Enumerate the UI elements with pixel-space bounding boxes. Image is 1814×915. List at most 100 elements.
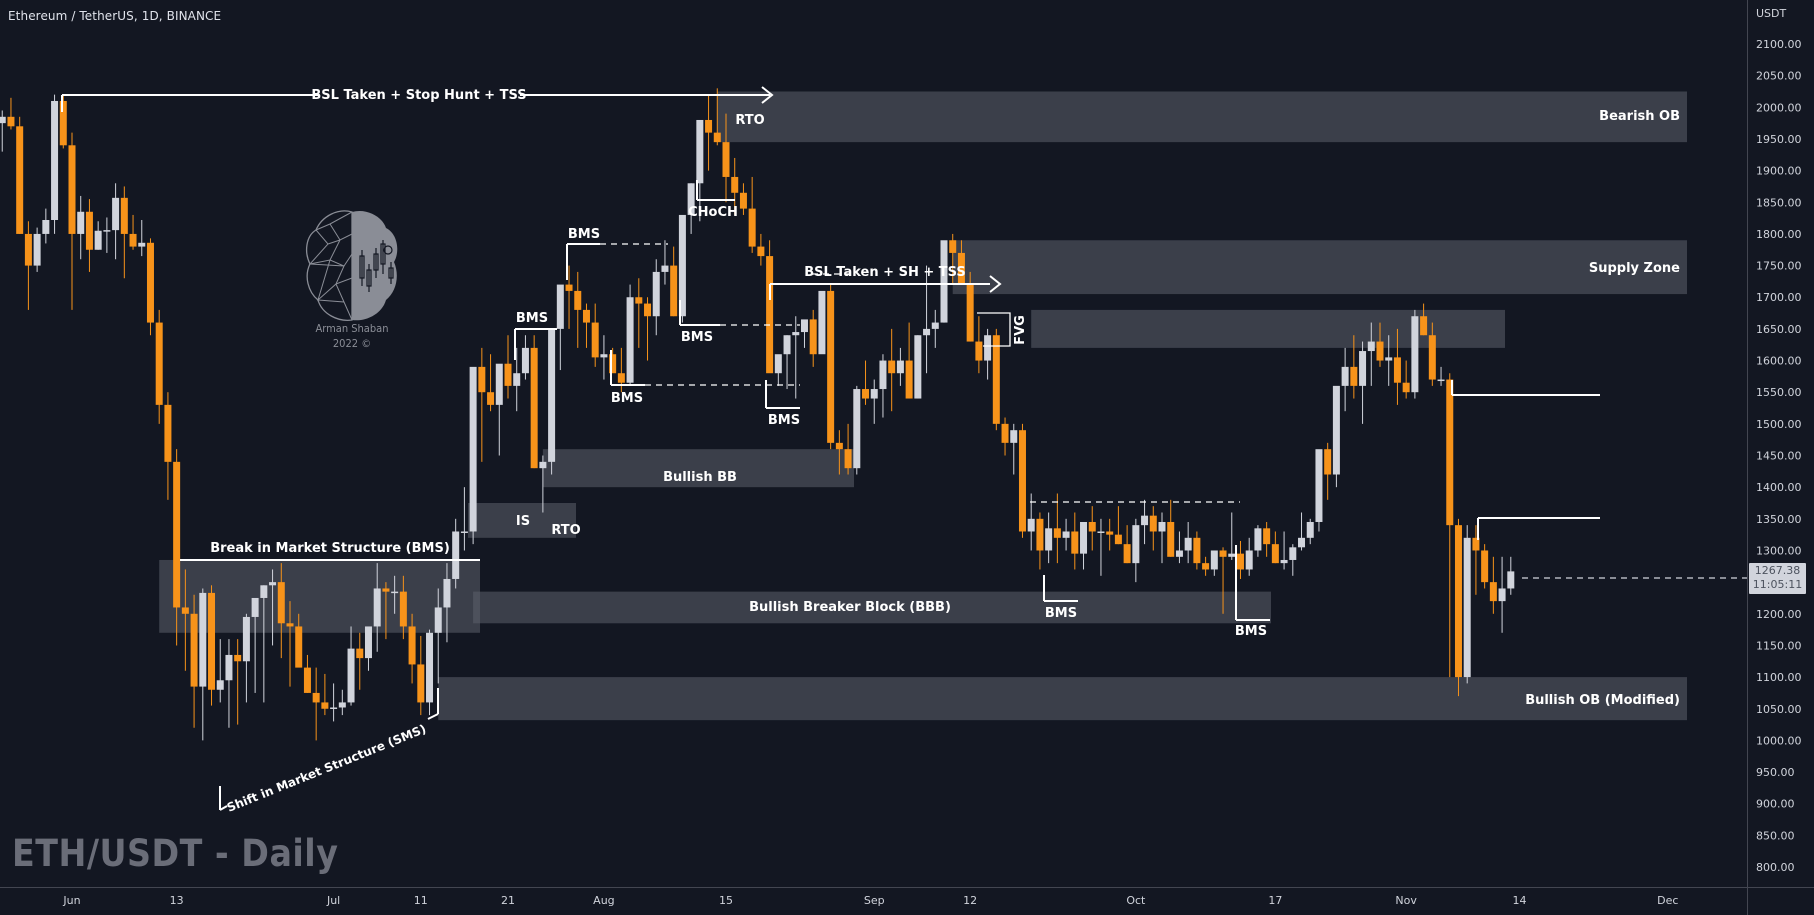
- price-axis-unit[interactable]: USDT: [1756, 7, 1786, 20]
- candle-body: [1271, 544, 1279, 564]
- candle-body: [1053, 528, 1061, 538]
- candle-body: [269, 582, 277, 586]
- candle: [164, 392, 172, 500]
- candle: [1324, 442, 1332, 500]
- candle-body: [1350, 366, 1358, 386]
- candle-body: [408, 626, 416, 665]
- time-tick-label: Sep: [864, 894, 885, 907]
- candlestick-chart[interactable]: BSL Taken + Stop Hunt + TSS Bearish OB RTO…: [0, 0, 1814, 915]
- candle-body: [1167, 521, 1175, 557]
- label-bms: BMS: [568, 227, 600, 242]
- candle-body: [94, 230, 102, 250]
- candle-body: [975, 341, 983, 361]
- symbol-title[interactable]: Ethereum / TetherUS, 1D, BINANCE: [8, 9, 221, 23]
- candle: [452, 518, 460, 589]
- candle-body: [1228, 553, 1236, 557]
- candle-body: [984, 335, 992, 361]
- candle: [1053, 493, 1061, 564]
- candle-body: [1446, 379, 1454, 526]
- candle-body: [1306, 521, 1314, 538]
- candle: [94, 221, 102, 250]
- candle-body: [818, 290, 826, 355]
- candle-body: [330, 707, 338, 709]
- candle: [757, 233, 765, 266]
- candle: [792, 316, 800, 399]
- candle: [469, 366, 477, 545]
- zone-supply-zone[interactable]: [952, 240, 1687, 295]
- candle: [1175, 531, 1183, 564]
- candle: [1341, 347, 1349, 412]
- candle: [1210, 550, 1218, 576]
- candle: [914, 335, 922, 399]
- candle-body: [417, 664, 425, 703]
- candle: [1420, 303, 1428, 336]
- price-tick-label: 1500.00: [1756, 418, 1802, 431]
- zone-bearish-ob[interactable]: [717, 91, 1687, 143]
- candle: [870, 379, 878, 424]
- candle-body: [242, 616, 250, 662]
- candle: [827, 284, 835, 450]
- candle-body: [42, 220, 50, 234]
- candle-body: [862, 389, 870, 399]
- candle: [251, 597, 259, 693]
- candle: [129, 214, 137, 250]
- candle-body: [260, 585, 268, 598]
- candle: [530, 335, 538, 469]
- candle-body: [1088, 521, 1096, 532]
- candle: [417, 635, 425, 716]
- candle-body: [164, 404, 172, 462]
- price-tick-label: 1700.00: [1756, 291, 1802, 304]
- candle-body: [835, 442, 843, 450]
- candle: [330, 683, 338, 722]
- candle: [556, 284, 564, 371]
- candle-body: [931, 322, 939, 329]
- candle-body: [103, 230, 111, 232]
- time-tick-label: Nov: [1395, 894, 1417, 907]
- label-bsl-taken-stop-hunt-tss: BSL Taken + Stop Hunt + TSS: [311, 88, 526, 103]
- candle: [1132, 518, 1140, 583]
- candle-body: [644, 303, 652, 317]
- candle-body: [1062, 531, 1070, 538]
- candle: [347, 626, 355, 706]
- price-tick-label: 1400.00: [1756, 481, 1802, 494]
- candle-body: [234, 654, 242, 662]
- price-tick-label: 1350.00: [1756, 513, 1802, 526]
- candle: [1437, 366, 1445, 386]
- candle: [478, 347, 486, 462]
- candle-body: [460, 531, 468, 533]
- candle: [1228, 512, 1236, 560]
- candle-body: [1376, 341, 1384, 361]
- candle: [931, 309, 939, 348]
- candle: [1498, 556, 1506, 633]
- label-bms: BMS: [516, 311, 548, 326]
- candle: [652, 259, 660, 336]
- price-tick-label: 1950.00: [1756, 133, 1802, 146]
- candle-body: [556, 284, 564, 329]
- candle-body: [495, 363, 503, 405]
- candle: [364, 626, 372, 671]
- candle: [923, 265, 931, 374]
- candle-body: [146, 242, 154, 323]
- candle-body: [879, 360, 887, 390]
- label-rto-top: RTO: [735, 113, 764, 128]
- time-tick-label: Oct: [1126, 894, 1146, 907]
- candle: [975, 316, 983, 374]
- candle-body: [1420, 316, 1428, 336]
- candle: [748, 176, 756, 253]
- zone-box[interactable]: [159, 559, 480, 633]
- candle-body: [452, 531, 460, 579]
- zone-bullish-ob-modified[interactable]: [438, 677, 1687, 721]
- candle-body: [652, 271, 660, 317]
- logo-year: 2022 ©: [332, 337, 372, 350]
- candle: [1254, 525, 1262, 557]
- candle: [504, 335, 512, 399]
- candle-body: [216, 680, 224, 690]
- candle-body: [1298, 537, 1306, 548]
- candle-body: [504, 363, 512, 386]
- candle-body: [155, 322, 163, 405]
- label-supply-zone: Supply Zone: [1589, 261, 1680, 276]
- candle-body: [443, 578, 451, 608]
- candle: [1245, 537, 1253, 576]
- candle: [234, 639, 242, 725]
- price-tick-label: 1050.00: [1756, 703, 1802, 716]
